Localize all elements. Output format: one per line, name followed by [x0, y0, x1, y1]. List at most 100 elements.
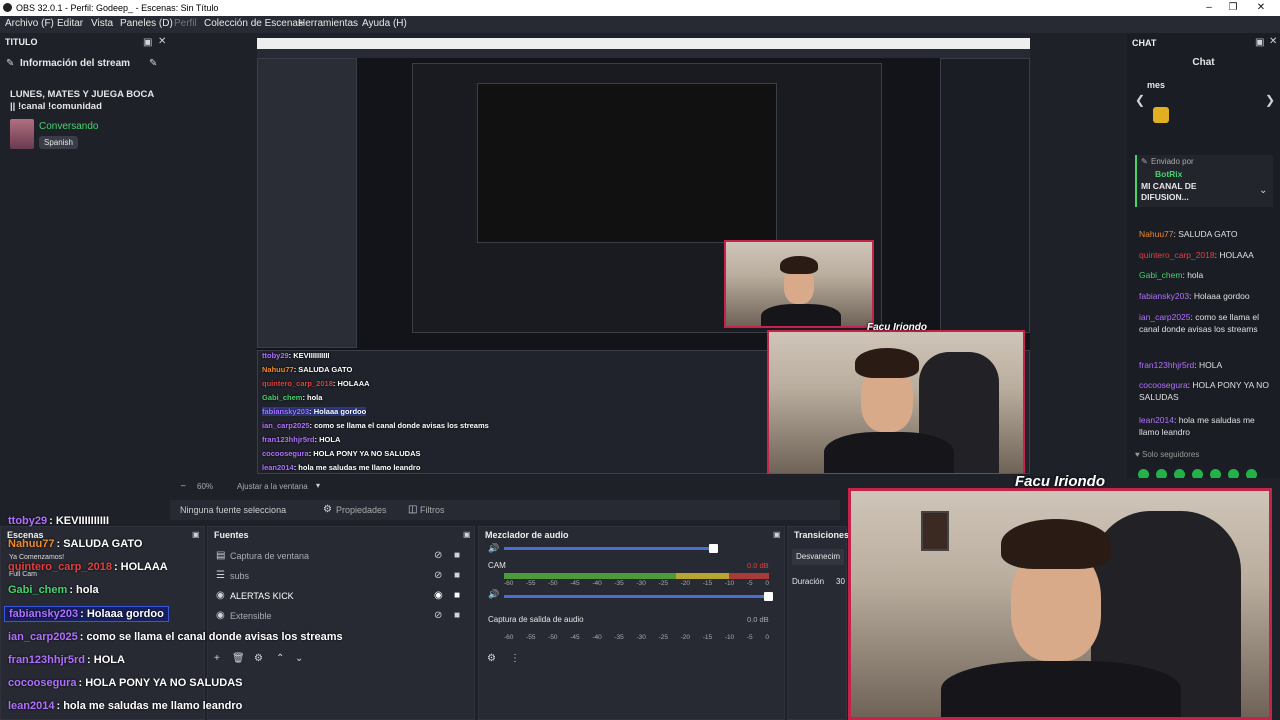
- transitions-title: Transiciones: [794, 530, 850, 540]
- menu-ayuda[interactable]: Ayuda (H): [362, 18, 407, 29]
- preview-chat-line: fabiansky203: Holaaa gordoo: [262, 407, 367, 416]
- gift-badge-icon: [1153, 107, 1169, 123]
- close-icon[interactable]: ✕: [1269, 36, 1277, 47]
- close-icon[interactable]: ✕: [1249, 0, 1273, 16]
- lock-icon[interactable]: ■: [454, 610, 460, 621]
- preview-chat-line: fran123hhjr5rd: HOLA: [262, 435, 341, 444]
- trash-icon[interactable]: 🗑: [232, 653, 245, 664]
- gear-icon: ⚙: [323, 504, 332, 515]
- menu-editar[interactable]: Editar: [57, 18, 83, 29]
- properties-button[interactable]: Propiedades: [336, 505, 387, 515]
- more-icon[interactable]: ⋮: [510, 653, 520, 664]
- pinned-message: Enviado por ✎ BotRix MI CANAL DE DIFUSIO…: [1135, 155, 1273, 207]
- undock-icon[interactable]: ▣: [463, 530, 471, 539]
- channel-db: 0.0 dB: [747, 615, 769, 624]
- stream-info-dock: TITULO ▣ ✕ ✎ Información del stream ✎ LU…: [0, 33, 170, 478]
- chat-message: Nahuu77: SALUDA GATO: [1139, 229, 1238, 239]
- filters-button[interactable]: Filtros: [420, 505, 445, 515]
- menu-coleccion-escenas[interactable]: Colección de Escenas: [204, 18, 303, 29]
- overlay-chat-line: lean2014: hola me saludas me llamo leand…: [8, 700, 243, 712]
- source-toolbar: Ninguna fuente selecciona ⚙ Propiedades …: [170, 500, 840, 520]
- menu-bar: Archivo (F) Editar Vista Paneles (D) Per…: [0, 16, 1280, 33]
- menu-paneles[interactable]: Paneles (D): [120, 18, 173, 29]
- jacket: [941, 661, 1181, 717]
- eye-hidden-icon[interactable]: ⊘: [434, 570, 442, 581]
- preview-canvas[interactable]: Facu Iriondo: [257, 38, 1030, 474]
- language-badge: Spanish: [39, 136, 78, 149]
- volume-handle[interactable]: [764, 592, 773, 601]
- edit-icon[interactable]: ✎: [149, 58, 157, 69]
- chevron-down-icon[interactable]: ⌄: [1259, 185, 1267, 196]
- close-icon[interactable]: ✕: [158, 36, 166, 47]
- minimize-icon[interactable]: –: [1197, 0, 1221, 16]
- no-source-label: Ninguna fuente selecciona: [180, 505, 287, 515]
- overlay-chat-line: Gabi_chem: hola: [8, 584, 99, 596]
- menu-vista[interactable]: Vista: [91, 18, 113, 29]
- zoom-level[interactable]: 60%: [197, 482, 213, 491]
- overlay-chat-line: Nahuu77: SALUDA GATO: [8, 538, 143, 550]
- chat-message: lean2014: hola me saludas me llamo leand…: [1139, 415, 1255, 437]
- mixer-settings-icon[interactable]: ⚙: [487, 653, 496, 664]
- overlay-chat-line: ttoby29: KEVIIIIIIIIII: [8, 515, 110, 527]
- captured-chat-dock: [940, 58, 1030, 333]
- filter-icon: ◫: [408, 504, 418, 515]
- cam-name-tag: Facu Iriondo: [1015, 473, 1105, 490]
- captured-camera-medium: [767, 330, 1025, 474]
- captured-titlebar: [257, 38, 1030, 49]
- add-icon[interactable]: +: [214, 653, 220, 664]
- speaker-icon[interactable]: 🔊: [488, 543, 499, 554]
- lock-icon[interactable]: ■: [454, 570, 460, 581]
- zoom-out-icon[interactable]: –: [181, 481, 185, 490]
- volume-handle[interactable]: [709, 544, 718, 553]
- audio-mixer-panel: Mezclador de audio ▣ 🔊 CAM 0.0 dB -60 -55…: [478, 526, 785, 720]
- pinned-user: BotRix: [1155, 169, 1183, 179]
- pinned-by-label: Enviado por: [1151, 157, 1194, 166]
- undock-icon[interactable]: ▣: [143, 37, 152, 48]
- captured-cam-tag: Facu Iriondo: [867, 322, 927, 333]
- menu-perfil[interactable]: Perfil: [174, 18, 197, 29]
- sources-title: Fuentes: [214, 530, 249, 540]
- chat-header: Chat: [1192, 57, 1215, 68]
- arrow-up-icon[interactable]: ⌃: [276, 653, 284, 664]
- category-link[interactable]: Conversando: [39, 121, 98, 132]
- window-title: OBS 32.0.1 - Perfil: Godeep_ - Escenas: …: [16, 3, 219, 13]
- source-item[interactable]: ☰ subs ⊘ ■: [208, 567, 474, 587]
- undock-icon[interactable]: ▣: [1255, 37, 1264, 48]
- window-titlebar: OBS 32.0.1 - Perfil: Godeep_ - Escenas: …: [0, 0, 1280, 16]
- globe-icon: ◉: [216, 610, 225, 621]
- obs-logo-icon: [3, 3, 12, 12]
- preview-chat-line: cocoosegura: HOLA PONY YA NO SALUDAS: [262, 449, 421, 458]
- arrow-down-icon[interactable]: ⌄: [295, 653, 303, 664]
- gear-icon[interactable]: ⚙: [254, 653, 263, 664]
- lock-icon[interactable]: ■: [454, 550, 460, 561]
- speaker-icon[interactable]: 🔊: [488, 589, 499, 600]
- maximize-icon[interactable]: ❐: [1221, 0, 1245, 16]
- menu-archivo[interactable]: Archivo (F): [5, 18, 54, 29]
- source-item[interactable]: ◉ Extensible ⊘ ■: [208, 607, 474, 627]
- volume-slider[interactable]: [504, 595, 769, 598]
- scenes-panel: Escenas ▣ Ya Comenzamos! Full Cam: [0, 526, 205, 720]
- category-thumbnail: [10, 119, 34, 149]
- source-item[interactable]: ◉ ALERTAS KICK ◉ ■: [208, 587, 474, 607]
- transition-select[interactable]: Desvanecim: [792, 549, 844, 565]
- chevron-right-icon[interactable]: ❯: [1265, 93, 1275, 107]
- eye-hidden-icon[interactable]: ⊘: [434, 610, 442, 621]
- undock-icon[interactable]: ▣: [773, 530, 781, 539]
- chevron-down-icon[interactable]: ▾: [316, 481, 320, 490]
- layers-icon: ☰: [216, 570, 225, 581]
- preview-chat-line: ian_carp2025: como se llama el canal don…: [262, 421, 489, 430]
- eye-hidden-icon[interactable]: ⊘: [434, 550, 442, 561]
- menu-herramientas[interactable]: Herramientas: [298, 18, 358, 29]
- chat-message: cocoosegura: HOLA PONY YA NO SALUDAS: [1139, 380, 1269, 402]
- preview-chat-line: ttoby29: KEVIIIIIIIIII: [262, 351, 330, 360]
- eye-icon[interactable]: ◉: [434, 590, 443, 601]
- source-item[interactable]: ▤ Captura de ventana ⊘ ■: [208, 547, 474, 567]
- volume-slider[interactable]: [504, 547, 714, 550]
- chevron-left-icon[interactable]: ❮: [1135, 93, 1145, 107]
- lock-icon[interactable]: ■: [454, 590, 460, 601]
- dock-title: TITULO: [5, 37, 38, 47]
- zoom-fit[interactable]: Ajustar a la ventana: [237, 482, 308, 491]
- undock-icon[interactable]: ▣: [192, 530, 200, 539]
- scene-item[interactable]: Ya Comenzamos!: [9, 554, 64, 561]
- duration-value[interactable]: 30: [836, 577, 845, 586]
